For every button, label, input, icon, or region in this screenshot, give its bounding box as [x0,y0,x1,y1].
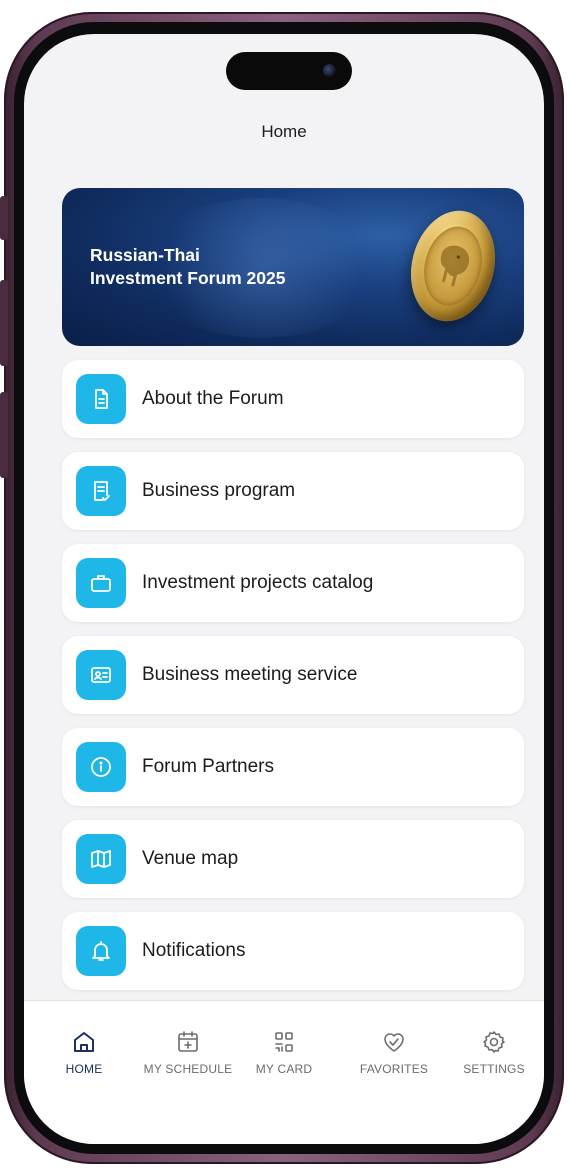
menu-item-label: About the Forum [142,388,284,409]
volume-down-button [0,392,8,478]
coin-face [416,220,490,312]
menu-item-label: Business program [142,480,296,501]
tab-my-schedule[interactable]: MY SCHEDULE [138,1029,238,1076]
heart-icon [384,1033,404,1052]
tab-my-card[interactable]: MY CARD [234,1029,334,1076]
forum-banner[interactable]: Russian-Thai Investment Forum 2025 [62,188,524,346]
menu-item-label: Forum Partners [142,756,274,777]
tab-home[interactable]: HOME [34,1029,134,1076]
menu-item-label: Investment projects catalog [142,572,374,593]
checklist-icon [76,466,126,516]
tab-favorites[interactable]: FAVORITES [344,1029,444,1076]
tab-label: SETTINGS [463,1062,525,1076]
home-icon [74,1032,94,1052]
document-icon [76,374,126,424]
menu-item-about-forum[interactable]: About the Forum [62,360,524,438]
action-button [0,196,8,240]
volume-up-button [0,280,8,366]
id-card-icon [76,650,126,700]
front-camera [323,64,336,77]
dynamic-island [226,52,352,90]
map-icon [76,834,126,884]
tab-label: HOME [65,1062,103,1076]
page-title: Home [261,122,307,141]
tab-label: MY CARD [255,1062,313,1076]
menu-item-investment-catalog[interactable]: Investment projects catalog [62,544,524,622]
calendar-plus-icon [178,1031,198,1052]
menu-item-business-meeting[interactable]: Business meeting service [62,636,524,714]
elephant-icon [440,245,469,287]
menu-item-label: Business meeting service [142,664,358,685]
briefcase-icon [76,558,126,608]
menu-item-notifications[interactable]: Notifications [62,912,524,990]
menu-item-label: Venue map [142,848,239,869]
menu-item-business-program[interactable]: Business program [62,452,524,530]
menu-item-venue-map[interactable]: Venue map [62,820,524,898]
banner-title-line2: Investment Forum 2025 [90,268,286,288]
tab-label: MY SCHEDULE [143,1062,233,1076]
bell-icon [76,926,126,976]
menu-list: About the Forum Business program Investm… [62,360,524,1004]
qr-code-icon [275,1032,293,1052]
banner-title-line1: Russian-Thai [90,245,200,265]
tab-label: FAVORITES [359,1062,429,1076]
info-icon [76,742,126,792]
bottom-tab-bar: HOME MY SCHEDULE MY CARD FAVORITES SETTI… [24,1000,544,1144]
banner-title: Russian-Thai Investment Forum 2025 [90,244,370,290]
menu-item-label: Notifications [142,940,246,961]
menu-item-forum-partners[interactable]: Forum Partners [62,728,524,806]
app-screen: Home Russian-Thai Investment Forum 2025 … [24,34,544,1144]
gear-icon [483,1031,505,1053]
gold-coin-image [399,201,507,331]
tab-settings[interactable]: SETTINGS [444,1029,544,1076]
